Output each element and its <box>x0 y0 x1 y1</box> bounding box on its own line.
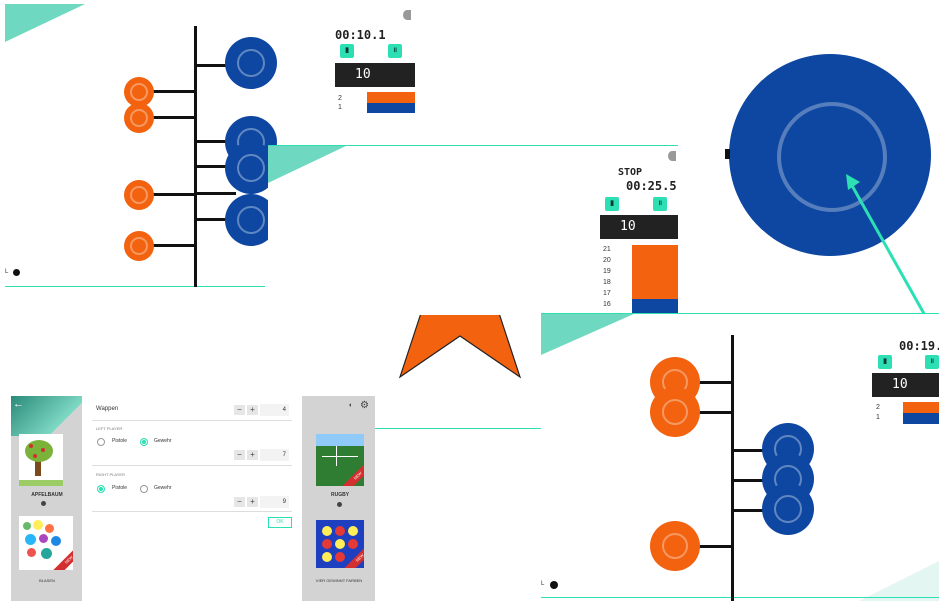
sound-icon[interactable] <box>403 10 411 20</box>
bar-label: 2 <box>876 404 880 411</box>
name-field[interactable]: Wappen <box>96 406 118 412</box>
card-apfelbaum[interactable] <box>19 434 63 486</box>
pistole-radio[interactable] <box>97 438 105 446</box>
divider <box>92 511 292 512</box>
orange-target[interactable] <box>124 231 154 261</box>
score-display: 10 <box>335 63 415 87</box>
radio-label: Pistole <box>112 485 128 491</box>
count-field[interactable]: 9 <box>260 496 289 508</box>
new-ribbon: NEW <box>52 543 73 570</box>
info-icon[interactable] <box>13 269 20 276</box>
blue-bar <box>632 299 678 313</box>
card-vier-gewinnt[interactable]: NEW <box>316 520 364 568</box>
orange-target[interactable] <box>650 521 700 571</box>
timer: 00:25.5 <box>626 179 677 193</box>
orange-bar <box>367 92 415 103</box>
info-icon[interactable] <box>41 501 46 506</box>
plus-button[interactable]: + <box>247 405 258 415</box>
count-field[interactable]: 4 <box>260 404 289 416</box>
bar-label: 17 <box>603 290 611 297</box>
plus-button[interactable]: + <box>247 497 258 507</box>
teal-top-line <box>268 145 678 146</box>
right-player-label: RIGHT PLAYER <box>96 472 125 477</box>
blue-target[interactable] <box>762 483 814 535</box>
card-title: RUGBY <box>330 492 350 498</box>
bar-label: 20 <box>603 257 611 264</box>
orange-target[interactable] <box>124 180 154 210</box>
radio-label: Gewehr <box>154 485 172 491</box>
bar-label: 19 <box>603 268 611 275</box>
delete-button[interactable]: ▮ <box>878 355 892 369</box>
minus-button[interactable]: − <box>234 497 245 507</box>
bottom-right-panel: L 00:19.0 ▮ ॥ 10 2 1 <box>541 313 939 601</box>
sound-icon[interactable]: ◖ <box>348 402 356 410</box>
settings-form: Wappen − + 4 LEFT PLAYER Pistole Gewehr … <box>82 396 302 601</box>
card-blasen[interactable]: NEW <box>19 516 73 570</box>
panel-bottom-line <box>5 286 265 287</box>
new-ribbon: NEW <box>341 459 364 486</box>
score-display: 10 <box>872 373 939 397</box>
pistole-radio[interactable] <box>97 485 105 493</box>
corner-decoration-bottom <box>859 561 939 601</box>
radio-label: Gewehr <box>154 438 172 444</box>
bar-label: 18 <box>603 279 611 286</box>
radio-label: Pistole <box>112 438 128 444</box>
left-sidebar: ← APFELBAUM NEW BLASEN <box>11 396 82 601</box>
minus-button[interactable]: − <box>234 405 245 415</box>
count-field[interactable]: 7 <box>260 449 289 461</box>
center-panel: STOP 00:25.5 ▮ ॥ 10 21 20 19 18 17 16 <box>268 145 678 315</box>
orange-bar <box>632 245 678 299</box>
corner-decoration <box>541 313 636 355</box>
branch <box>196 192 236 195</box>
orange-bar <box>903 402 939 413</box>
info-icon[interactable] <box>337 502 342 507</box>
gewehr-radio[interactable] <box>140 485 148 493</box>
score-display: 10 <box>600 215 678 239</box>
right-sidebar: ◖ ⚙ NEW RUGBY NEW VIER GEWINNT FARBEN <box>302 396 375 601</box>
info-icon[interactable] <box>550 581 558 589</box>
card-title: BLASEN <box>39 578 55 583</box>
settings-panel: ← APFELBAUM NEW BLASEN Wappen − + 4 LEFT… <box>11 396 375 601</box>
back-small-icon[interactable]: L <box>5 269 8 275</box>
bar-label: 1 <box>338 104 342 111</box>
timer: 00:10.1 <box>335 28 386 42</box>
gewehr-radio[interactable] <box>140 438 148 446</box>
corner-decoration <box>268 145 348 183</box>
pause-button[interactable]: ॥ <box>388 44 402 58</box>
panel-bottom-line <box>541 597 939 598</box>
target-handle <box>725 149 730 159</box>
orange-target[interactable] <box>650 387 700 437</box>
delete-button[interactable]: ▮ <box>605 197 619 211</box>
card-rugby[interactable]: NEW <box>316 434 364 486</box>
blue-bar <box>903 413 939 424</box>
teal-top-line <box>541 313 939 314</box>
divider <box>92 465 292 466</box>
settings-panel-line <box>375 428 541 429</box>
left-player-label: LEFT PLAYER <box>96 426 123 431</box>
bar-label: 21 <box>603 246 611 253</box>
card-title: VIER GEWINNT FARBEN <box>315 578 363 583</box>
stop-label: STOP <box>618 167 643 178</box>
pause-button[interactable]: ॥ <box>925 355 939 369</box>
card-title: APFELBAUM <box>31 492 63 498</box>
ok-button[interactable]: OK <box>268 517 292 528</box>
minus-button[interactable]: − <box>234 450 245 460</box>
blue-bar <box>367 103 415 113</box>
back-small-icon[interactable]: L <box>541 581 544 587</box>
orange-target[interactable] <box>124 103 154 133</box>
blue-target[interactable] <box>225 37 277 89</box>
bar-label: 16 <box>603 301 611 308</box>
gear-icon[interactable]: ⚙ <box>360 400 369 411</box>
corner-decoration <box>5 4 85 42</box>
timer: 00:19.0 <box>899 339 939 353</box>
plus-button[interactable]: + <box>247 450 258 460</box>
divider <box>92 420 292 421</box>
tree-trunk <box>731 335 734 601</box>
bar-label: 2 <box>338 95 342 102</box>
pause-button[interactable]: ॥ <box>653 197 667 211</box>
bar-label: 1 <box>876 414 880 421</box>
delete-button[interactable]: ▮ <box>340 44 354 58</box>
sound-icon[interactable] <box>668 151 676 161</box>
back-arrow-icon[interactable]: ← <box>13 398 24 410</box>
